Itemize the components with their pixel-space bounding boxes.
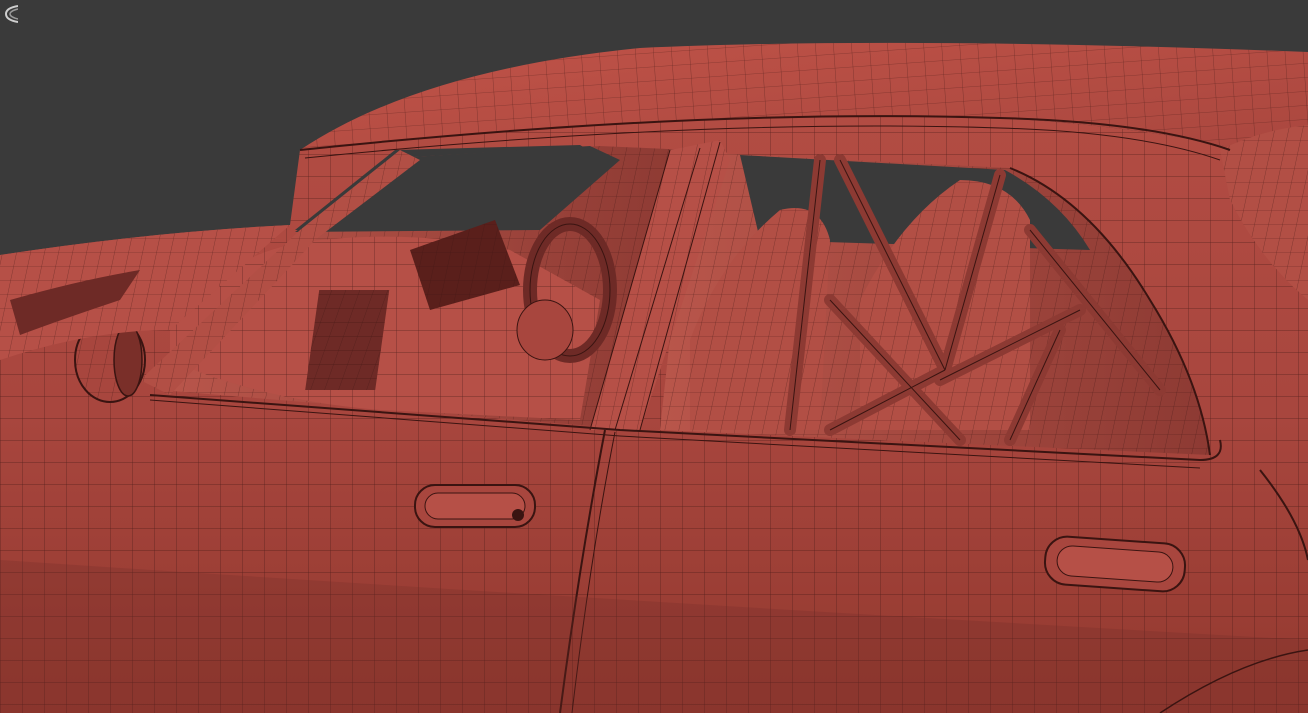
view-gizmo-icon[interactable] <box>0 0 18 26</box>
rear-door-handle <box>1043 535 1187 593</box>
front-door-handle <box>414 484 536 528</box>
3d-viewport[interactable] <box>0 0 1308 713</box>
car-wireframe-render <box>0 0 1308 713</box>
